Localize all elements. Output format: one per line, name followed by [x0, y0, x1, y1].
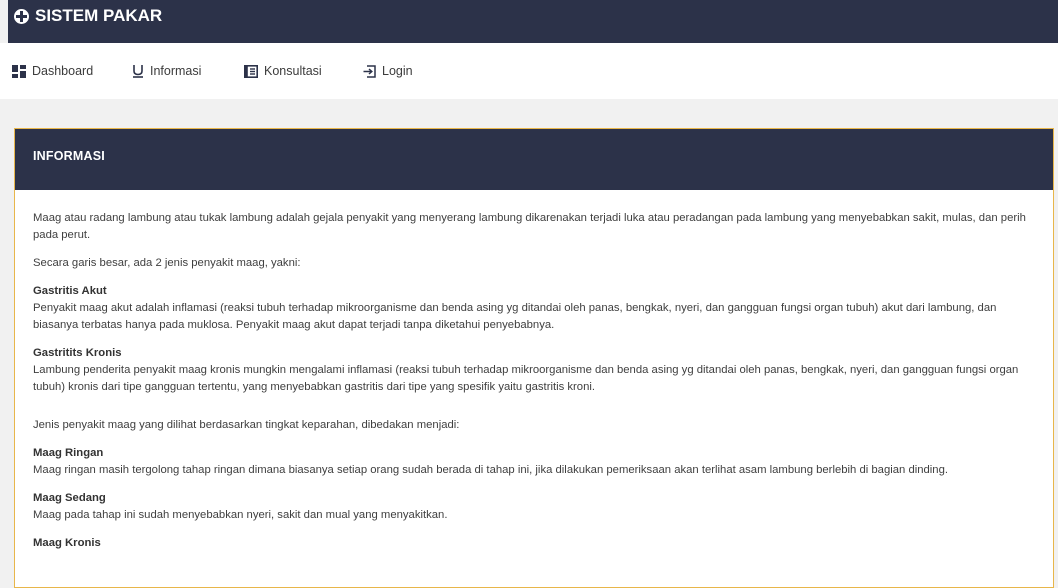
type-text: Lambung penderita penyakit maag kronis m…: [33, 364, 1019, 393]
level-title: Maag Ringan: [33, 447, 104, 459]
type-title: Gastritits Kronis: [33, 347, 122, 359]
dashboard-icon: [12, 64, 26, 78]
level-item: Maag Ringan Maag ringan masih tergolong …: [33, 445, 1035, 479]
level-title: Maag Kronis: [33, 537, 101, 549]
nav-item-konsultasi[interactable]: Konsultasi: [244, 64, 322, 78]
information-panel: INFORMASI Maag atau radang lambung atau …: [14, 128, 1054, 588]
top-header-bar: SISTEM PAKAR: [8, 0, 1058, 43]
nav-label-informasi: Informasi: [150, 64, 202, 78]
type-title: Gastritis Akut: [33, 285, 107, 297]
app-title: SISTEM PAKAR: [35, 6, 163, 25]
panel-header: INFORMASI: [15, 129, 1053, 190]
login-icon: [363, 64, 376, 78]
book-icon: [244, 64, 258, 78]
type-text: Penyakit maag akut adalah inflamasi (rea…: [33, 302, 997, 331]
nav-label-konsultasi: Konsultasi: [264, 64, 322, 78]
brand[interactable]: SISTEM PAKAR: [14, 6, 162, 26]
u-icon: [133, 65, 143, 78]
panel-body: Maag atau radang lambung atau tukak lamb…: [15, 190, 1053, 552]
type-item: Gastritits Kronis Lambung penderita peny…: [33, 345, 1035, 396]
level-text: Maag ringan masih tergolong tahap ringan…: [33, 464, 949, 476]
level-text: Maag pada tahap ini sudah menyebabkan ny…: [33, 509, 448, 521]
type-item: Gastritis Akut Penyakit maag akut adalah…: [33, 283, 1035, 334]
types-intro: Secara garis besar, ada 2 jenis penyakit…: [33, 257, 301, 269]
nav-label-login: Login: [382, 64, 413, 78]
navigation-bar: Dashboard Informasi Konsultasi Login: [0, 43, 1058, 99]
plus-circle-icon: [14, 8, 29, 24]
level-item: Maag Sedang Maag pada tahap ini sudah me…: [33, 490, 1035, 524]
nav-label-dashboard: Dashboard: [32, 64, 94, 78]
level-item: Maag Kronis: [33, 535, 1035, 552]
nav-item-login[interactable]: Login: [363, 64, 413, 78]
intro-paragraph: Maag atau radang lambung atau tukak lamb…: [33, 212, 1026, 241]
nav-item-informasi[interactable]: Informasi: [132, 64, 201, 78]
level-title: Maag Sedang: [33, 492, 106, 504]
nav-item-dashboard[interactable]: Dashboard: [12, 64, 93, 78]
levels-intro: Jenis penyakit maag yang dilihat berdasa…: [33, 419, 460, 431]
